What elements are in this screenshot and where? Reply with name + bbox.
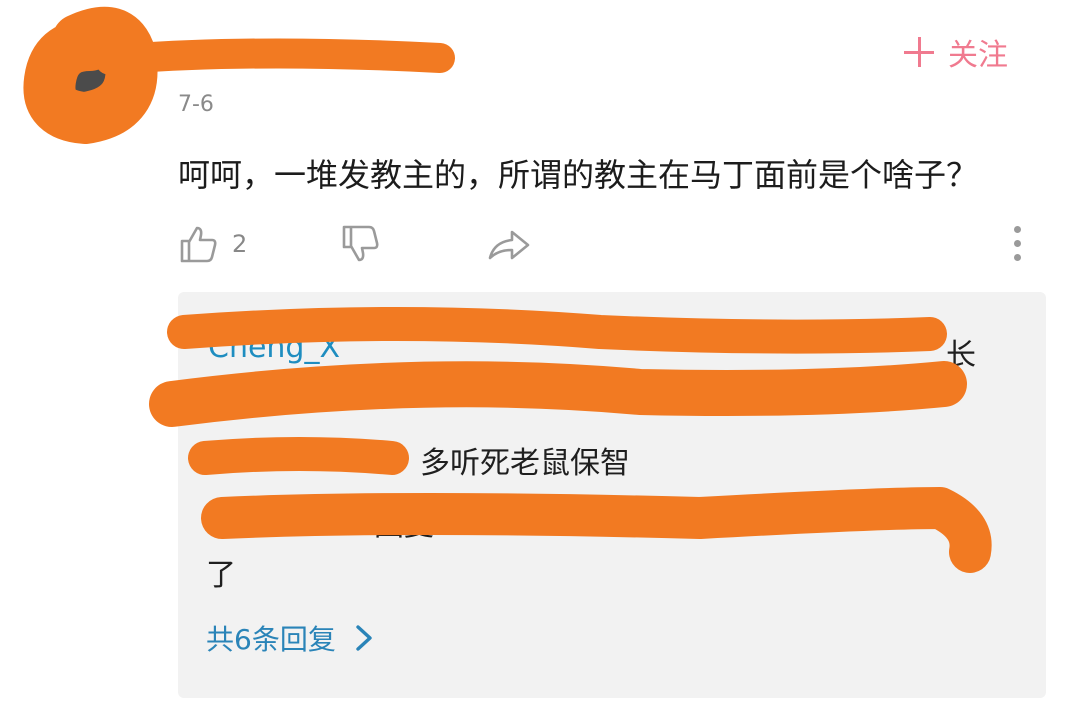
redaction-reply-line1	[167, 307, 947, 354]
redaction-reply-line2	[149, 361, 967, 427]
redaction-marks	[23, 6, 992, 573]
redaction-reply-line4	[201, 487, 992, 573]
redaction-reply-line3	[188, 437, 409, 475]
redaction-username	[95, 38, 455, 75]
